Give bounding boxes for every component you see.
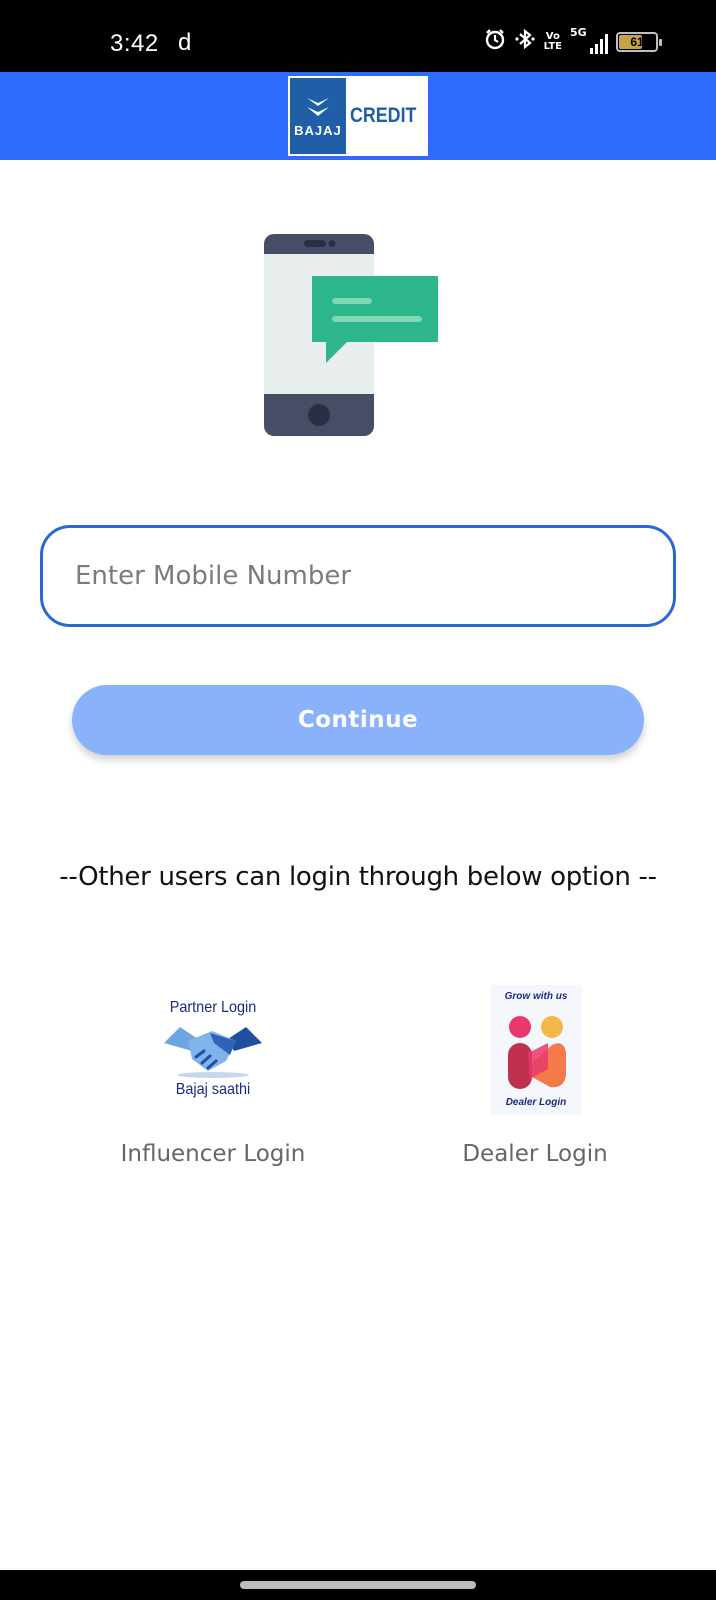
volte-top: Vo: [545, 30, 560, 42]
dealer-people-icon: [508, 1016, 566, 1089]
influencer-login-label[interactable]: Influencer Login: [121, 1141, 306, 1167]
dealer-login-caption: Dealer Login: [505, 1097, 567, 1108]
logo-brand: BAJAJ: [294, 122, 342, 138]
partner-login-caption: Partner Login: [169, 999, 257, 1016]
continue-button[interactable]: Continue: [72, 685, 644, 755]
navigation-bar: [0, 1570, 716, 1600]
volte-bottom: LTE: [543, 40, 562, 52]
bajaj-emblem-icon: [306, 97, 329, 116]
mobile-number-field[interactable]: [40, 525, 676, 627]
battery-level: 61: [630, 34, 644, 49]
status-time: 3:42: [110, 30, 159, 57]
bajaj-logo-mark: BAJAJ: [290, 78, 346, 154]
home-gesture-handle[interactable]: [240, 1581, 476, 1589]
influencer-login-option[interactable]: Partner Login Bajaj saathi Influencer Lo…: [100, 985, 326, 1167]
status-icons: Vo LTE 5G 61: [484, 25, 662, 55]
dealer-login-label[interactable]: Dealer Login: [462, 1141, 607, 1167]
bluetooth-icon: [514, 28, 536, 55]
logo-product: CREDIT: [349, 104, 417, 127]
status-bar: 3:42 d Vo LTE 5G 61: [0, 0, 716, 72]
partner-login-image[interactable]: Partner Login Bajaj saathi: [158, 985, 268, 1115]
network-type: 5G: [570, 25, 587, 39]
notification-icon: d: [178, 29, 192, 56]
dealer-card: Grow with us Dealer Login: [490, 985, 582, 1115]
dealer-login-option[interactable]: Grow with us Dealer Login Dealer Login: [430, 985, 640, 1167]
grow-with-us-caption: Grow with us: [504, 991, 568, 1002]
continue-label: Continue: [297, 707, 419, 733]
other-users-text: --Other users can login through below op…: [59, 862, 657, 892]
mobile-number-input[interactable]: [75, 528, 645, 624]
bajaj-credit-logo: BAJAJ CREDIT: [288, 76, 428, 156]
dealer-login-image[interactable]: Grow with us Dealer Login: [480, 985, 590, 1115]
signal-icon: 5G: [570, 25, 608, 54]
phone-message-illustration: [264, 234, 438, 436]
bajaj-saathi-caption: Bajaj saathi: [175, 1081, 251, 1098]
app-header: BAJAJ CREDIT: [0, 72, 716, 160]
alarm-icon: [484, 28, 506, 55]
volte-icon: Vo LTE: [543, 30, 562, 52]
handshake-icon: [164, 1027, 262, 1078]
battery-icon: 61: [616, 31, 662, 52]
